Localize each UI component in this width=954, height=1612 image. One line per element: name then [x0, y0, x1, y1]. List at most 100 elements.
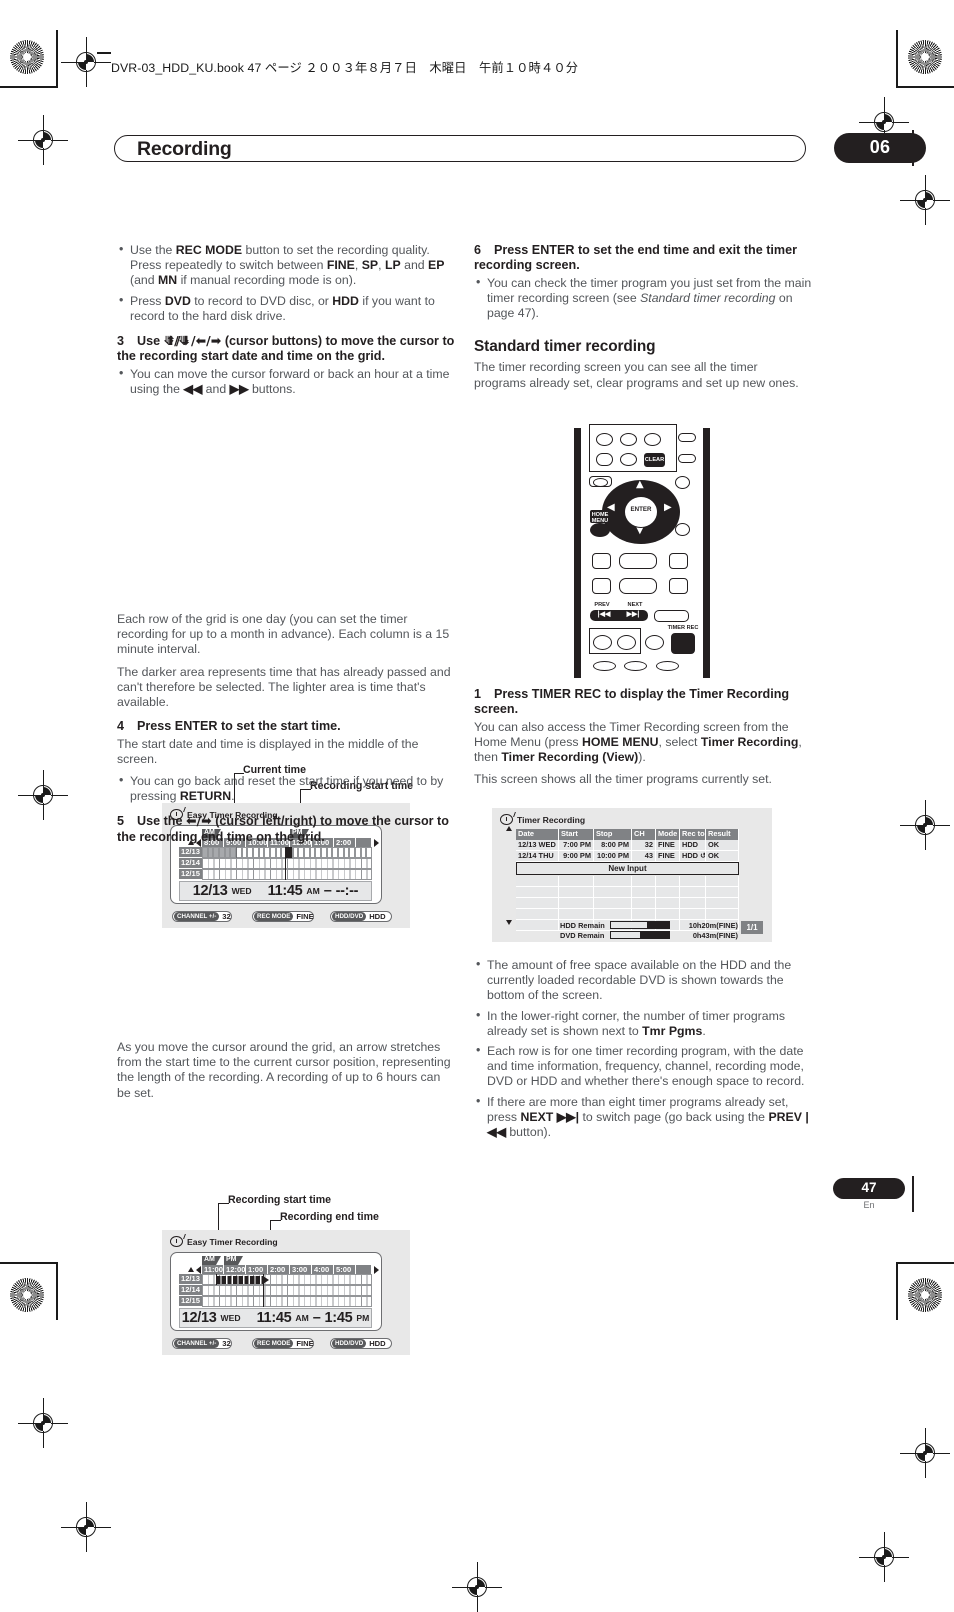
keypad-button[interactable]	[620, 453, 637, 466]
registration-crosshair-left-middle	[18, 770, 68, 820]
easy-timer-panel: AM PM 11:00 12:00 1:00 2:00 3:00 4:00 5:…	[170, 1252, 382, 1331]
keypad-button[interactable]	[596, 453, 613, 466]
keypad-button[interactable]	[596, 433, 613, 446]
timer-grid-row-2[interactable]	[202, 858, 372, 869]
enter-button-label: ENTER	[630, 506, 652, 513]
hdd-dvd-pill-key: HDD/DVD	[332, 1339, 367, 1348]
dpad-right-arrow-icon[interactable]: ▶	[664, 502, 672, 513]
scroll-down-arrow-icon[interactable]	[506, 920, 512, 925]
chapter-title-bar: Recording	[114, 135, 806, 162]
function-button[interactable]	[592, 553, 611, 569]
scroll-left-arrow-icon[interactable]	[196, 1266, 201, 1274]
crop-mark-top-right-h	[896, 86, 954, 88]
scroll-right-arrow-icon[interactable]	[374, 1266, 379, 1274]
display-start-time: 11:45	[256, 1310, 292, 1326]
start-time-cursor[interactable]	[286, 847, 292, 858]
list-item: You can go back and reset the start time…	[117, 773, 455, 804]
step-3-heading: 3 Use ⟱/⟱⬆/⬇/⬅/➡ (cursor buttons) to move…	[117, 333, 455, 364]
ampm-label-pm: PM	[224, 1256, 243, 1265]
registration-crosshair-right-upper	[900, 175, 950, 225]
step-3-bullets: You can move the cursor forward or back …	[117, 366, 455, 397]
timer-grid-row-3[interactable]	[202, 1296, 372, 1307]
right-text-column-mid: 1 Press TIMER REC to display the Timer Re…	[474, 687, 812, 795]
channel-pill[interactable]: CHANNEL +/- 32	[172, 911, 232, 922]
clock-icon	[170, 1236, 183, 1247]
cell-result: OK	[706, 840, 739, 851]
day-row-label: 12/14	[179, 1285, 202, 1296]
prev-button-label: PREV	[594, 602, 610, 608]
table-row-empty[interactable]	[516, 898, 739, 909]
hdd-dvd-pill-key: HDD/DVD	[332, 912, 367, 921]
cursor-dpad[interactable]: ▲ ▼ ◀ ▶ ENTER	[602, 479, 680, 544]
display-start-ampm: AM	[295, 1313, 309, 1323]
table-row-empty[interactable]	[516, 909, 739, 920]
cell-ch: 43	[632, 851, 656, 862]
registration-starburst-bottom-right	[908, 1278, 942, 1312]
timer-rec-button[interactable]	[671, 633, 695, 654]
side-button[interactable]	[678, 433, 696, 442]
table-row[interactable]: 12/13 WED 7:00 PM 8:00 PM 32 FINE HDD OK	[516, 840, 739, 851]
hdd-dvd-pill[interactable]: HDD/DVD HDD	[330, 911, 392, 922]
channel-pill-value: 32	[222, 1339, 231, 1348]
section-paragraph: The timer recording screen you can see a…	[474, 360, 799, 390]
function-button[interactable]	[592, 578, 611, 594]
scroll-up-arrow-icon[interactable]	[506, 826, 512, 831]
left-text-column-bottom: As you move the cursor around the grid, …	[117, 1040, 455, 1108]
time-header-cell: 1:00	[246, 1265, 268, 1274]
function-button[interactable]	[593, 635, 612, 650]
day-row-label: 12/13	[179, 1274, 202, 1285]
table-row[interactable]: 12/14 THU 9:00 PM 10:00 PM 43 FINE HDD ↺…	[516, 851, 739, 862]
function-button[interactable]	[669, 553, 688, 569]
function-button[interactable]	[654, 610, 689, 622]
side-button[interactable]	[678, 454, 696, 463]
book-header-rule	[97, 52, 111, 54]
rec-mode-pill[interactable]: REC MODE FINE	[252, 1338, 314, 1349]
cell-mode: FINE	[656, 851, 680, 862]
timer-grid-row-2[interactable]	[202, 1285, 372, 1296]
channel-pill[interactable]: CHANNEL +/- 32	[172, 1338, 232, 1349]
channel-pill-key: CHANNEL +/-	[174, 912, 220, 921]
keypad-button[interactable]	[644, 433, 661, 446]
recording-span-arrow	[216, 1275, 264, 1284]
table-row-empty[interactable]	[516, 876, 739, 887]
function-button[interactable]	[645, 635, 664, 650]
timer-grid-row-3[interactable]	[202, 869, 372, 880]
crop-mark-top-right-v	[896, 30, 898, 88]
hdd-dvd-pill[interactable]: HDD/DVD HDD	[330, 1338, 392, 1349]
hdd-remain-label: HDD Remain	[560, 921, 605, 930]
callout-recording-end-time: Recording end time	[280, 1211, 379, 1223]
selected-time-display: 12/13 WED 11:45 AM – --:--	[179, 881, 372, 901]
book-header-line: DVR-03_HDD_KU.book 47 ページ ２００３年８月７日 木曜日 …	[111, 61, 579, 75]
registration-crosshair-right-middle	[900, 800, 950, 850]
display-start-ampm: AM	[306, 886, 320, 896]
rec-mode-pill-key: REC MODE	[254, 912, 294, 921]
function-button[interactable]	[675, 523, 690, 536]
recording-span-start-stem	[216, 1274, 218, 1285]
function-button[interactable]	[617, 635, 636, 650]
keypad-button[interactable]	[620, 433, 637, 446]
selected-time-display: 12/13 WED 11:45 AM – 1:45 PM	[179, 1308, 372, 1328]
crop-mark-top-left-v	[56, 30, 58, 88]
next-button-label: NEXT	[627, 602, 643, 608]
screen-title: Easy Timer Recording	[187, 1237, 278, 1247]
function-button[interactable]	[619, 578, 657, 594]
margin-rule-bottom-right	[912, 1176, 914, 1212]
function-button[interactable]	[593, 661, 616, 671]
step-5-heading: 5 Use the ⬅/➡ (cursor left/right) to move…	[117, 813, 449, 844]
scroll-up-arrow-icon[interactable]	[188, 1267, 194, 1272]
column-header-rec-to: Rec to	[680, 829, 706, 840]
display-end-time: --:--	[335, 883, 359, 899]
function-button[interactable]	[619, 553, 657, 569]
new-input-row[interactable]: New Input	[516, 862, 739, 875]
function-button[interactable]	[656, 661, 679, 671]
home-menu-button[interactable]	[590, 523, 610, 537]
dpad-up-arrow-icon[interactable]: ▲	[636, 479, 644, 490]
rec-mode-pill[interactable]: REC MODE FINE	[252, 911, 314, 922]
function-button[interactable]	[624, 661, 647, 671]
display-weekday: WED	[231, 886, 252, 896]
function-button[interactable]	[669, 578, 688, 594]
hdd-remain-value: 10h20m(FINE)	[688, 921, 738, 930]
list-item: You can move the cursor forward or back …	[117, 366, 455, 397]
table-row-empty[interactable]	[516, 887, 739, 898]
right-text-column-bottom: The amount of free space available on th…	[474, 957, 812, 1148]
